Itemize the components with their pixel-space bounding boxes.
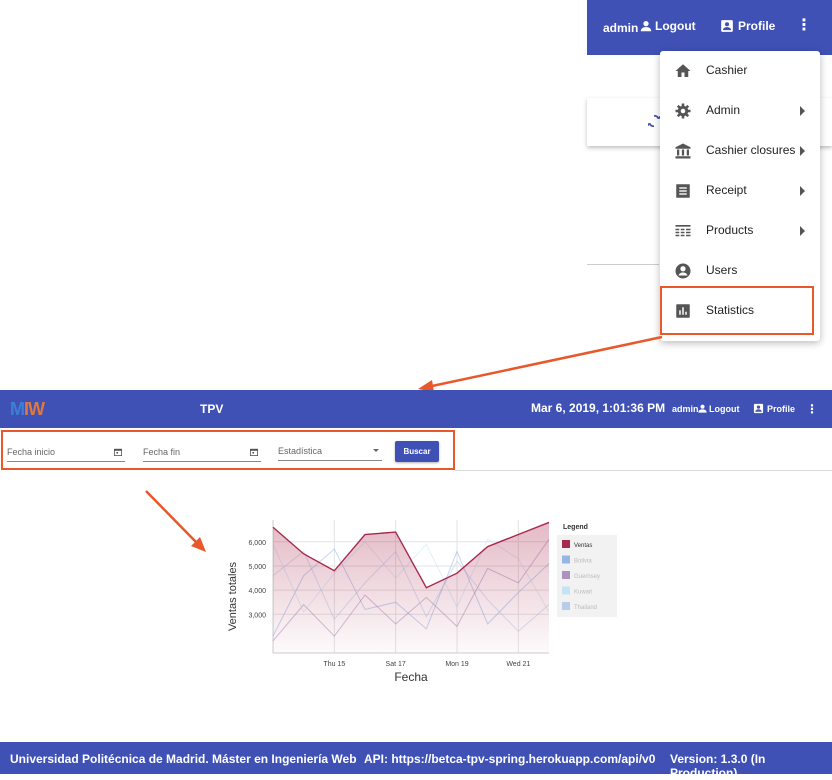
top-username: admin (603, 21, 639, 35)
menu-item-label: Admin (706, 103, 741, 117)
top-profile-button[interactable]: Profile (720, 19, 775, 33)
legend-swatch (562, 540, 570, 548)
logout-label: Logout (709, 403, 740, 414)
username: admin (672, 404, 699, 414)
legend-entry: Bolivia (574, 559, 592, 565)
menu-item-label: Cashier (706, 63, 748, 77)
end-date-field[interactable]: Fecha fin (143, 443, 261, 462)
datetime-display: Mar 6, 2019, 1:01:36 PM (531, 401, 666, 415)
more-vert-icon[interactable]: ⋮ (796, 18, 812, 34)
receipt-icon (676, 184, 690, 198)
sales-chart: 3,000 4,000 5,000 6,000 Thu 15 Sat 17 Mon 19 We… (227, 520, 617, 684)
menu-item-label: Receipt (706, 183, 747, 197)
statistics-highlight-box (660, 286, 814, 335)
home-icon (675, 64, 691, 77)
statistic-select[interactable]: Estadística (278, 442, 382, 461)
y-tick-label: 4,000 (248, 588, 266, 595)
footer-version: Version: 1.3.0 (In Production) (670, 752, 766, 780)
submenu-arrow-icon (800, 106, 805, 116)
account-circle-icon (675, 263, 691, 279)
legend-entry: Ventas (574, 543, 592, 549)
bank-icon (675, 143, 691, 159)
top-profile-label: Profile (738, 19, 776, 33)
end-date-placeholder: Fecha fin (143, 447, 181, 457)
submenu-arrow-icon (800, 186, 805, 196)
legend-entry: Thailand (574, 605, 597, 611)
menu-item-cashier-closures[interactable]: Cashier closures (660, 131, 820, 171)
statistic-placeholder: Estadística (278, 446, 323, 456)
footer-api: API: https://betca-tpv-spring.herokuapp.… (364, 752, 656, 766)
y-tick-label: 5,000 (248, 564, 266, 571)
profile-card-icon (753, 403, 764, 414)
divider (455, 470, 832, 471)
calendar-icon[interactable] (250, 448, 258, 456)
legend-swatch (562, 602, 570, 610)
main-app-bar: MIW TPV Mar 6, 2019, 1:01:36 PM admin Lo… (0, 390, 832, 428)
person-icon (698, 404, 707, 413)
top-logout-button[interactable]: Logout (639, 19, 696, 33)
menu-item-cashier[interactable]: Cashier (660, 51, 820, 91)
legend-swatch (562, 571, 570, 579)
arrow-filters-to-chart (145, 490, 197, 543)
x-tick-label: Mon 19 (445, 661, 468, 668)
y-axis-label: Ventas totales (227, 561, 239, 631)
start-date-field[interactable]: Fecha inicio (7, 443, 125, 462)
legend-swatch (562, 555, 570, 564)
legend-title: Legend (563, 524, 588, 531)
footer-university: Universidad Politécnica de Madrid. Máste… (10, 752, 357, 766)
menu-item-admin[interactable]: Admin (660, 91, 820, 131)
legend-entry: Guernsey (574, 574, 600, 580)
submenu-arrow-icon (800, 146, 805, 156)
miw-logo[interactable]: MIW (10, 399, 45, 420)
top-logout-label: Logout (655, 19, 696, 33)
app-title[interactable]: TPV (200, 402, 223, 416)
search-button[interactable]: Buscar (395, 441, 439, 462)
legend-entry: Kuwait (574, 590, 592, 596)
top-app-bar: admin Logout Profile ⋮ (587, 0, 832, 55)
profile-card-icon (721, 20, 733, 32)
menu-item-label: Cashier closures (706, 143, 796, 157)
logout-button[interactable]: Logout (697, 403, 740, 414)
menu-item-products[interactable]: Products (660, 211, 820, 251)
gear-icon (675, 103, 691, 119)
submenu-arrow-icon (800, 226, 805, 236)
profile-button[interactable]: Profile (753, 403, 795, 414)
menu-item-receipt[interactable]: Receipt (660, 171, 820, 211)
products-icon (675, 225, 691, 237)
person-icon (640, 21, 652, 32)
start-date-placeholder: Fecha inicio (7, 447, 56, 457)
profile-label: Profile (767, 403, 796, 414)
more-vert-icon[interactable]: ⋮ (806, 402, 818, 416)
menu-item-label: Users (706, 263, 738, 277)
y-tick-label: 6,000 (248, 540, 266, 547)
calendar-icon[interactable] (114, 448, 122, 456)
footer: Universidad Politécnica de Madrid. Máste… (0, 742, 832, 780)
x-tick-label: Sat 17 (386, 661, 406, 668)
x-tick-label: Thu 15 (323, 661, 345, 668)
x-axis-label: Fecha (394, 670, 428, 684)
arrow-menu-to-page (431, 335, 663, 388)
menu-item-label: Products (706, 223, 754, 237)
chevron-down-icon (373, 449, 379, 452)
y-tick-label: 3,000 (248, 612, 266, 619)
x-tick-label: Wed 21 (506, 661, 530, 668)
divider (587, 264, 659, 265)
menu-item-users[interactable]: Users (660, 251, 820, 291)
legend-swatch (562, 586, 570, 595)
